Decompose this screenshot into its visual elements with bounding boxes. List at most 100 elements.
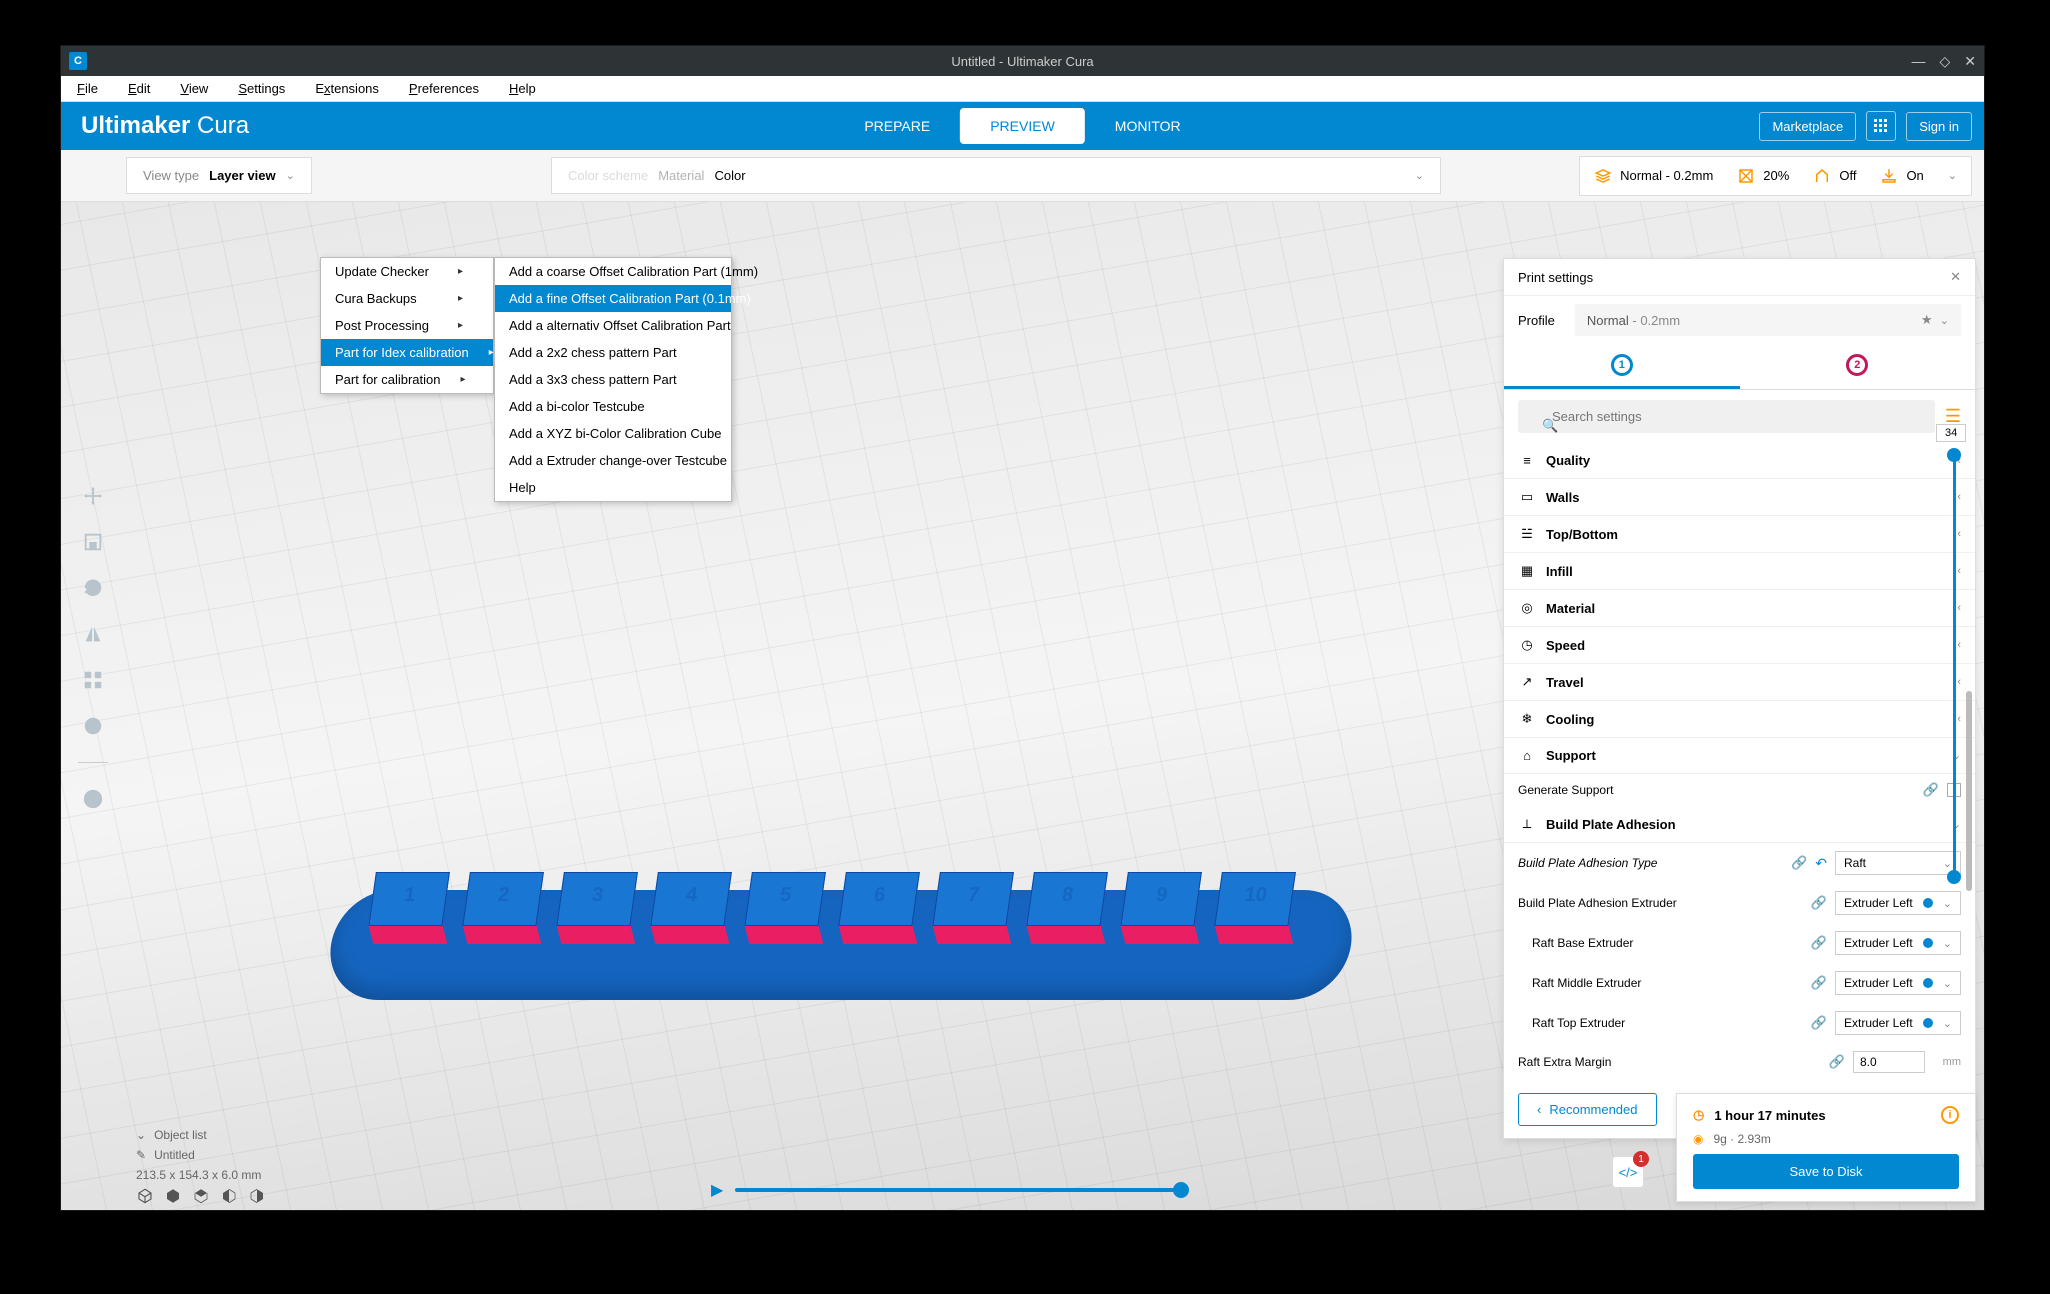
extruder-tab-2[interactable]: 2: [1740, 344, 1976, 389]
layer-play-slider[interactable]: ▶: [711, 1180, 1181, 1200]
model-preview: 12345678910: [331, 830, 1351, 1000]
adhesion-type-select[interactable]: Raft⌄: [1835, 851, 1961, 875]
cat-quality[interactable]: ≡Quality‹: [1504, 443, 1975, 479]
link-icon[interactable]: 🔗: [1811, 935, 1827, 951]
slider-thumb[interactable]: [1173, 1182, 1189, 1198]
reset-icon[interactable]: ↶: [1815, 855, 1827, 872]
view-left-icon[interactable]: [220, 1187, 238, 1210]
link-icon[interactable]: 🔗: [1811, 975, 1827, 991]
gcode-button[interactable]: </> 1: [1612, 1156, 1644, 1188]
ext-part-idex[interactable]: Part for Idex calibration▸: [321, 339, 493, 366]
view-top-icon[interactable]: [192, 1187, 210, 1210]
close-button[interactable]: ✕: [1964, 53, 1976, 70]
menu-help[interactable]: Help: [503, 78, 542, 99]
cat-adhesion[interactable]: ⟂Build Plate Adhesion⌄: [1504, 806, 1975, 843]
link-icon[interactable]: 🔗: [1923, 782, 1939, 798]
search-settings-input[interactable]: [1518, 400, 1935, 433]
model-piece-1: 1: [366, 872, 450, 942]
view-right-icon[interactable]: [248, 1187, 266, 1210]
scrollbar[interactable]: [1966, 691, 1972, 891]
sub-chess-3x3[interactable]: Add a 3x3 chess pattern Part: [495, 366, 731, 393]
link-icon[interactable]: 🔗: [1791, 855, 1807, 871]
slider-bottom-thumb[interactable]: [1947, 870, 1961, 884]
view-type-selector[interactable]: View type Layer view ⌄: [126, 157, 312, 194]
support-blocker-tool[interactable]: [79, 712, 107, 740]
stage-prepare[interactable]: PREPARE: [834, 108, 960, 144]
raft-middle-select[interactable]: Extruder Left⌄: [1835, 971, 1961, 995]
cat-cooling[interactable]: ❄Cooling‹: [1504, 701, 1975, 738]
raft-base-select[interactable]: Extruder Left⌄: [1835, 931, 1961, 955]
slider-top-thumb[interactable]: [1947, 448, 1961, 462]
cat-travel[interactable]: ↗Travel‹: [1504, 664, 1975, 701]
view-front-icon[interactable]: [164, 1187, 182, 1210]
recommended-button[interactable]: ‹ Recommended: [1518, 1093, 1657, 1126]
raft-margin-input[interactable]: 8.0: [1853, 1051, 1925, 1073]
link-icon[interactable]: 🔗: [1829, 1054, 1845, 1070]
layer-vertical-slider[interactable]: 34: [1944, 424, 1964, 884]
profile-selector[interactable]: Normal - 0.2mm ★ ⌄: [1575, 304, 1961, 336]
menubar: File Edit View Settings Extensions Prefe…: [61, 76, 1984, 102]
cat-support[interactable]: ⌂Support⌄: [1504, 738, 1975, 774]
raft-top-select[interactable]: Extruder Left⌄: [1835, 1011, 1961, 1035]
sub-fine-offset[interactable]: Add a fine Offset Calibration Part (0.1m…: [495, 285, 731, 312]
titlebar: C Untitled - Ultimaker Cura — ◇ ✕: [61, 46, 1984, 76]
model-piece-10: 10: [1212, 872, 1296, 942]
move-tool[interactable]: [79, 482, 107, 510]
sub-xyz-cube[interactable]: Add a XYZ bi-Color Calibration Cube: [495, 420, 731, 447]
sub-bicolor-cube[interactable]: Add a bi-color Testcube: [495, 393, 731, 420]
cat-topbottom[interactable]: ☱Top/Bottom‹: [1504, 516, 1975, 553]
ext-part-calibration[interactable]: Part for calibration▸: [321, 366, 493, 393]
mirror-tool[interactable]: [79, 620, 107, 648]
scale-tool[interactable]: [79, 528, 107, 556]
menu-view[interactable]: View: [174, 78, 214, 99]
minimize-button[interactable]: —: [1911, 53, 1925, 70]
menu-edit[interactable]: Edit: [122, 78, 156, 99]
info-icon[interactable]: i: [1941, 1106, 1959, 1124]
ext-cura-backups[interactable]: Cura Backups▸: [321, 285, 493, 312]
marketplace-button[interactable]: Marketplace: [1759, 112, 1856, 141]
cat-infill[interactable]: ▦Infill‹: [1504, 553, 1975, 590]
ext-update-checker[interactable]: Update Checker▸: [321, 258, 493, 285]
ext-post-processing[interactable]: Post Processing▸: [321, 312, 493, 339]
cat-speed[interactable]: ◷Speed‹: [1504, 627, 1975, 664]
view-3d-icon[interactable]: [136, 1187, 154, 1210]
cat-walls[interactable]: ▭Walls‹: [1504, 479, 1975, 516]
adhesion-extruder-select[interactable]: Extruder Left⌄: [1835, 891, 1961, 915]
setting-adhesion-type: Build Plate Adhesion Type 🔗 ↶ Raft⌄: [1504, 843, 1975, 883]
link-icon[interactable]: 🔗: [1811, 895, 1827, 911]
sub-alt-offset[interactable]: Add a alternativ Offset Calibration Part: [495, 312, 731, 339]
maximize-button[interactable]: ◇: [1939, 53, 1950, 70]
object-list: ⌄Object list ✎Untitled 213.5 x 154.3 x 6…: [136, 1128, 261, 1188]
pencil-icon[interactable]: ✎: [136, 1148, 146, 1162]
slider-track[interactable]: [735, 1188, 1181, 1192]
menu-preferences[interactable]: Preferences: [403, 78, 485, 99]
clock-icon[interactable]: [79, 785, 107, 813]
stage-monitor[interactable]: MONITOR: [1085, 108, 1211, 144]
app-header: Ultimaker Cura PREPARE PREVIEW MONITOR M…: [61, 102, 1984, 150]
sub-help[interactable]: Help: [495, 474, 731, 501]
setting-raft-base: Raft Base Extruder 🔗 Extruder Left⌄: [1504, 923, 1975, 963]
mesh-tool[interactable]: [79, 666, 107, 694]
apps-icon[interactable]: [1866, 111, 1896, 141]
play-icon[interactable]: ▶: [711, 1180, 723, 1200]
save-to-disk-button[interactable]: Save to Disk: [1693, 1154, 1959, 1189]
sub-extruder-change[interactable]: Add a Extruder change-over Testcube: [495, 447, 731, 474]
menu-extensions[interactable]: Extensions: [309, 78, 385, 99]
chevron-down-icon[interactable]: ⌄: [136, 1128, 146, 1142]
rotate-tool[interactable]: [79, 574, 107, 602]
color-scheme-selector[interactable]: Color scheme Material Color ⌄: [551, 157, 1441, 194]
stage-preview[interactable]: PREVIEW: [960, 108, 1085, 144]
sub-coarse-offset[interactable]: Add a coarse Offset Calibration Part (1m…: [495, 258, 731, 285]
chevron-down-icon: ⌄: [1415, 169, 1424, 182]
link-icon[interactable]: 🔗: [1811, 1015, 1827, 1031]
print-config-summary[interactable]: Normal - 0.2mm 20% Off On ⌄: [1579, 156, 1972, 196]
menu-file[interactable]: File: [71, 78, 104, 99]
sub-chess-2x2[interactable]: Add a 2x2 chess pattern Part: [495, 339, 731, 366]
setting-raft-margin: Raft Extra Margin 🔗 8.0 mm: [1504, 1043, 1975, 1081]
signin-button[interactable]: Sign in: [1906, 112, 1972, 141]
cat-material[interactable]: ◎Material‹: [1504, 590, 1975, 627]
viewport[interactable]: 12345678910 ⌄Object list ✎Untitled 213.5…: [61, 202, 1984, 1210]
menu-settings[interactable]: Settings: [232, 78, 291, 99]
close-panel-icon[interactable]: ✕: [1950, 269, 1961, 285]
extruder-tab-1[interactable]: 1: [1504, 344, 1740, 389]
